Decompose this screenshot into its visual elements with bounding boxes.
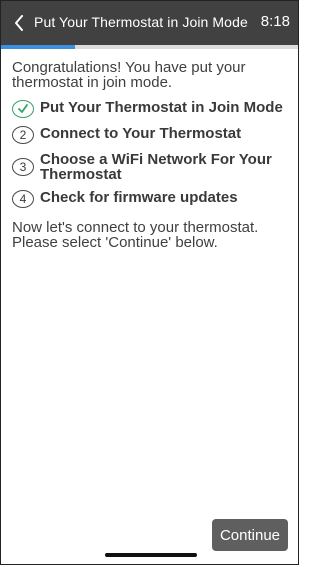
step-2: 2 Connect to Your Thermostat — [12, 126, 288, 144]
step-4: 4 Check for firmware updates — [12, 190, 288, 208]
step-1: Put Your Thermostat in Join Mode — [12, 100, 288, 118]
header-bar: Put Your Thermostat in Join Mode 8:18 — [1, 1, 298, 45]
step-label: Put Your Thermostat in Join Mode — [40, 99, 283, 116]
step-number-3-icon: 3 — [12, 158, 34, 176]
progress-bar — [1, 45, 298, 49]
progress-fill — [1, 45, 76, 49]
step-label: Check for firmware updates — [40, 189, 238, 206]
intro-text: Congratulations! You have put your therm… — [12, 59, 246, 91]
step-label: Choose a WiFi Network For Your Thermosta… — [40, 151, 272, 183]
chevron-left-icon — [15, 15, 23, 31]
home-indicator — [105, 553, 197, 557]
step-3: 3 Choose a WiFi Network For Your Thermos… — [12, 152, 288, 182]
instruction-text: Now let's connect to your thermostat. Pl… — [12, 219, 259, 251]
page-title: Put Your Thermostat in Join Mode — [34, 14, 248, 30]
step-number-4-icon: 4 — [12, 190, 34, 208]
back-button[interactable] — [9, 11, 29, 35]
step-label: Connect to Your Thermostat — [40, 125, 242, 142]
main-content: Congratulations! You have put your therm… — [12, 60, 288, 265]
step-number-2-icon: 2 — [12, 126, 34, 144]
status-time: 8:18 — [260, 13, 290, 30]
continue-button[interactable]: Continue — [212, 519, 288, 551]
app-screen: Put Your Thermostat in Join Mode 8:18 Co… — [0, 0, 299, 565]
check-circle-icon — [12, 100, 34, 118]
